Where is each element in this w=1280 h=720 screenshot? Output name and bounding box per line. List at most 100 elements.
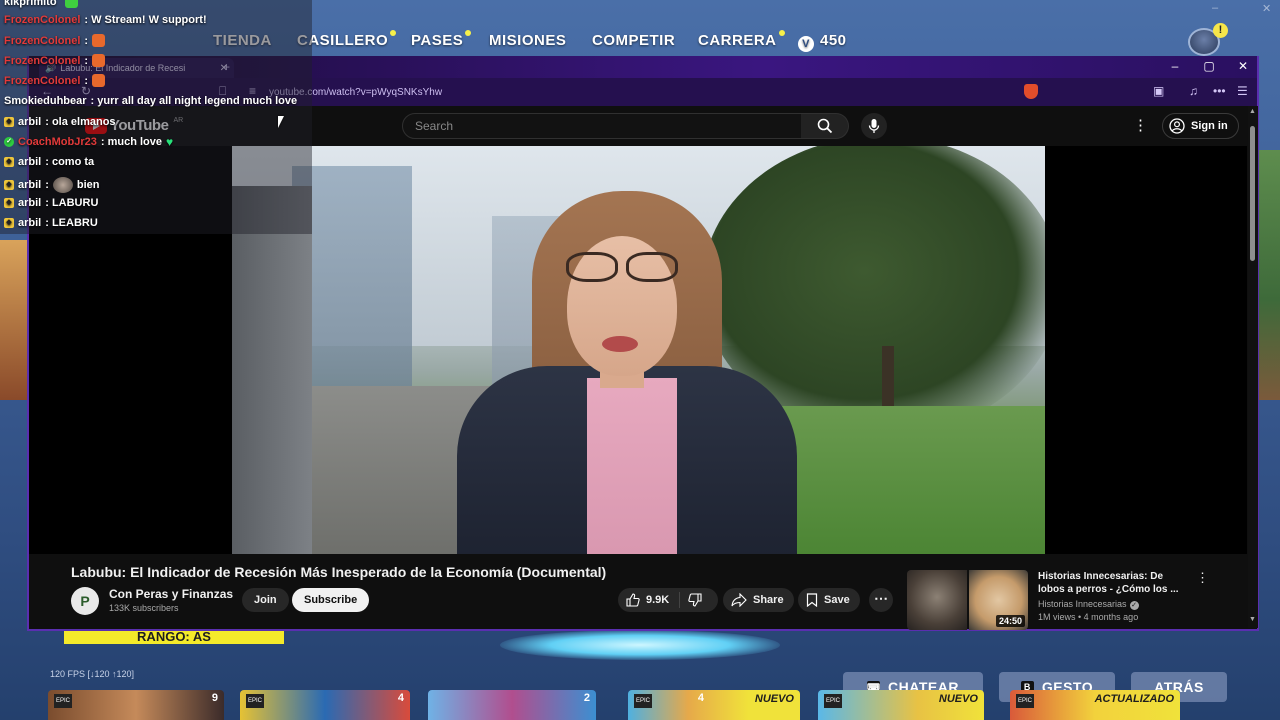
game-mode-tile[interactable]: EPIC 9 — [48, 690, 224, 720]
chat-username[interactable]: FrozenColonel — [4, 75, 80, 87]
notification-dot — [778, 30, 785, 36]
window-close-button[interactable]: ✕ — [1233, 59, 1253, 73]
scroll-up-icon[interactable]: ▲ — [1249, 108, 1256, 115]
thumbs-up-icon — [626, 593, 640, 607]
extensions-icon[interactable]: ••• — [1213, 84, 1226, 98]
green-heart-emote-icon: ♥ — [165, 135, 174, 149]
like-button[interactable]: 9.9K — [618, 592, 681, 608]
epic-tag: EPIC — [824, 694, 842, 708]
chat-message: Smokieduhbear: yurr all day all night le… — [4, 95, 297, 107]
chat-message: ◆ arbil: LABURU — [4, 197, 98, 209]
recommended-video-title[interactable]: Historias Innecesarias: De lobos a perro… — [1038, 570, 1188, 596]
recommended-channel[interactable]: Historias Innecesarias ✓ — [1038, 599, 1139, 610]
chat-message: ◆ arbil: bien — [4, 177, 100, 193]
like-count: 9.9K — [646, 594, 670, 606]
alert-badge: ! — [1213, 23, 1228, 38]
chat-text: : como ta — [45, 156, 95, 168]
chat-message: ✓ CoachMobJr23: much love ♥ — [4, 136, 178, 148]
sign-in-button[interactable]: Sign in — [1162, 113, 1239, 139]
chat-username[interactable]: arbil — [18, 116, 41, 128]
window-minimize-button[interactable]: – — [1165, 59, 1185, 73]
chat-text: : — [84, 34, 89, 47]
recommended-video-thumbnail[interactable]: 24:50 — [907, 570, 1028, 630]
window-maximize-button[interactable]: ▢ — [1199, 59, 1219, 73]
browser-menu-icon[interactable]: ☰ — [1237, 84, 1248, 98]
page-scrollbar[interactable]: ▲ ▼ — [1248, 106, 1258, 628]
tile-player-count: 9 — [211, 692, 218, 704]
sign-in-label: Sign in — [1191, 120, 1228, 132]
game-background-left-deco — [0, 240, 30, 400]
dislike-button[interactable] — [680, 593, 702, 607]
chat-username[interactable]: CoachMobJr23 — [18, 136, 97, 148]
chat-text: : ola elmanos — [45, 116, 116, 128]
chat-message: FrozenColonel: — [4, 34, 106, 47]
presenter-mouth — [602, 336, 638, 352]
chat-text: : — [45, 179, 49, 191]
settings-menu-icon[interactable]: ⋮ — [1133, 116, 1148, 134]
game-vbucks[interactable]: V 450 — [798, 32, 847, 52]
chat-username[interactable]: arbil — [18, 197, 41, 209]
game-window-minimize[interactable]: – — [1212, 2, 1218, 14]
game-mode-tile[interactable]: EPIC 4 NUEVO — [628, 690, 800, 720]
chat-emote-icon — [52, 177, 73, 193]
game-nav-misiones[interactable]: MISIONES — [489, 32, 566, 49]
game-nav-pases[interactable]: PASES — [411, 30, 472, 49]
tile-player-count: 2 — [583, 692, 590, 704]
game-mode-tile[interactable]: 2 — [428, 690, 596, 720]
channel-avatar[interactable]: P — [71, 587, 99, 615]
subscriber-badge-icon: ◆ — [4, 117, 14, 127]
account-icon — [1169, 118, 1185, 134]
rank-platform-glow — [500, 630, 780, 660]
chat-username[interactable]: FrozenColonel — [4, 35, 80, 47]
chat-message: ◆ arbil: como ta — [4, 156, 94, 168]
chat-username[interactable]: Smokieduhbear — [4, 95, 87, 107]
game-mode-tile[interactable]: EPIC 4 — [240, 690, 410, 720]
search-icon — [817, 118, 832, 134]
video-duration: 24:50 — [995, 615, 1025, 627]
tile-new-label: NUEVO — [938, 693, 978, 705]
chat-username[interactable]: arbil — [18, 217, 41, 229]
game-mode-tile[interactable]: EPIC NUEVO — [818, 690, 984, 720]
search-input[interactable]: Search — [402, 113, 802, 139]
game-nav-label: PASES — [411, 32, 464, 49]
rank-banner: RANGO: AS — [64, 630, 284, 644]
media-controls-icon[interactable]: ♫ — [1189, 84, 1198, 98]
share-button[interactable]: Share — [723, 588, 794, 612]
chat-username[interactable]: FrozenColonel — [4, 55, 80, 67]
game-nav-carrera[interactable]: CARRERA — [698, 30, 785, 49]
chat-emote-icon — [64, 0, 78, 8]
epic-tag: EPIC — [246, 694, 264, 708]
game-nav-competir[interactable]: COMPETIR — [592, 32, 675, 49]
glasses-lens — [566, 252, 618, 282]
subscribe-button[interactable]: Subscribe — [292, 588, 370, 612]
verified-icon: ✓ — [1129, 601, 1139, 610]
chat-username[interactable]: FrozenColonel — [4, 14, 80, 26]
chat-message: FrozenColonel: — [4, 74, 106, 87]
chat-text: : — [84, 54, 89, 67]
game-mode-tile[interactable]: EPIC ACTUALIZADO — [1010, 690, 1180, 720]
save-label: Save — [824, 594, 850, 606]
scroll-down-icon[interactable]: ▼ — [1249, 616, 1256, 623]
chat-text: : LEABRU — [45, 217, 98, 229]
voice-search-button[interactable] — [861, 113, 887, 139]
save-button[interactable]: Save — [798, 588, 860, 612]
tile-new-label: NUEVO — [754, 693, 794, 705]
search-button[interactable] — [801, 113, 849, 139]
chat-username[interactable]: arbil — [18, 179, 41, 191]
scrollbar-thumb[interactable] — [1250, 126, 1255, 261]
join-button[interactable]: Join — [242, 588, 289, 612]
game-nav-label: CARRERA — [698, 32, 777, 49]
chat-username[interactable]: kikprimito — [4, 0, 57, 8]
tile-art — [48, 690, 224, 720]
recommended-menu-icon[interactable]: ⋮ — [1196, 570, 1209, 586]
game-window-close[interactable]: ✕ — [1262, 2, 1271, 15]
brave-shield-icon[interactable] — [1024, 84, 1038, 99]
epic-tag: EPIC — [1016, 694, 1034, 708]
video-frame — [232, 146, 1045, 554]
chat-username[interactable]: arbil — [18, 156, 41, 168]
picture-in-picture-icon[interactable]: ▣ — [1153, 84, 1164, 98]
more-actions-button[interactable]: ⋯ — [869, 588, 893, 612]
channel-subscribers: 133K subscribers — [109, 603, 179, 613]
channel-name[interactable]: Con Peras y Finanzas — [109, 587, 233, 601]
vbucks-icon: V — [798, 36, 814, 52]
